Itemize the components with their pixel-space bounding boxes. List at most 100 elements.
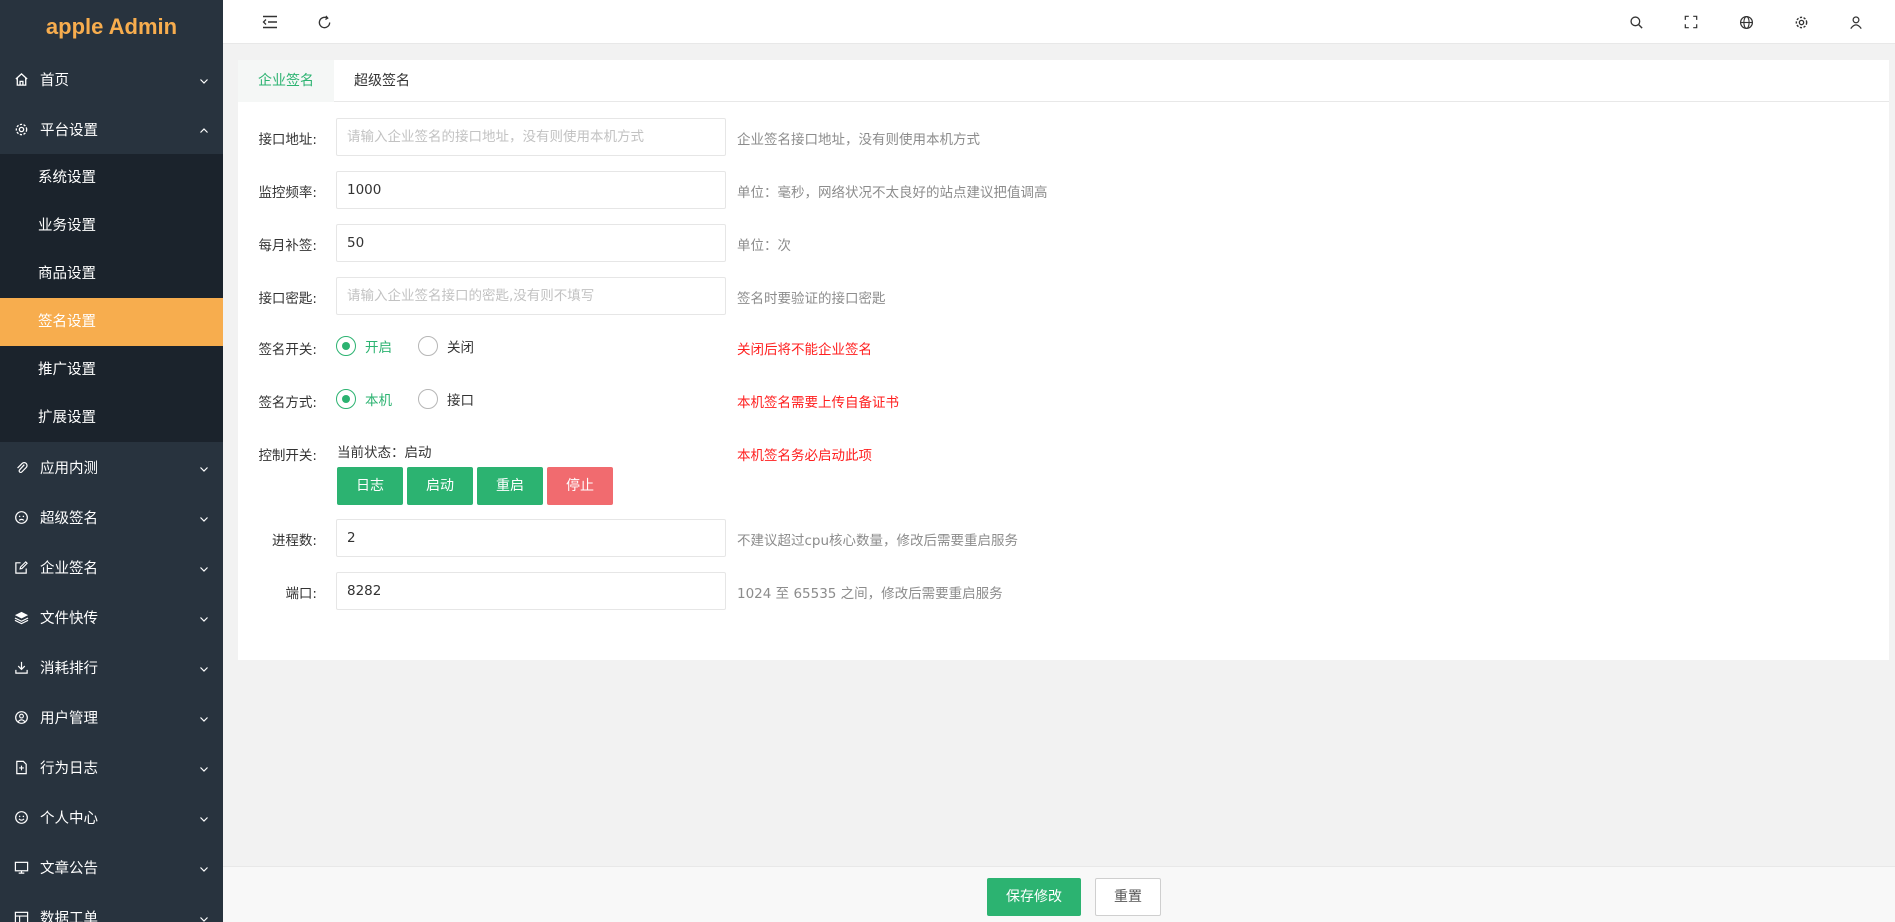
radio-unchecked-icon: [418, 336, 438, 356]
chevron-down-icon: [199, 462, 209, 472]
sign-mode-local-radio[interactable]: 本机: [336, 389, 392, 409]
sidebar-item-enterprise-signature[interactable]: 企业签名: [0, 542, 223, 592]
sign-switch-on-radio[interactable]: 开启: [336, 336, 392, 356]
sidebar-item-label: 企业签名: [40, 560, 98, 577]
monitor-frequency-input[interactable]: [336, 171, 726, 209]
restart-button[interactable]: 重启: [477, 467, 543, 505]
api-key-input[interactable]: [336, 277, 726, 315]
sidebar-item-article-announcement[interactable]: 文章公告: [0, 842, 223, 892]
api-address-input[interactable]: [336, 118, 726, 156]
sidebar-item-super-signature[interactable]: 超级签名: [0, 492, 223, 542]
sign-switch-label: 签名开关:: [258, 342, 317, 358]
menu-collapse-icon[interactable]: [261, 13, 279, 31]
chevron-down-icon: [199, 74, 209, 84]
refresh-icon[interactable]: [315, 13, 333, 31]
monthly-resign-input[interactable]: [336, 224, 726, 262]
sidebar-item-personal-center[interactable]: 个人中心: [0, 792, 223, 842]
form-row-sign-mode: 签名方式: 本机 接口 本机签名需要上传自备证书: [238, 385, 1889, 415]
log-button[interactable]: 日志: [337, 467, 403, 505]
tab-super-signature[interactable]: 超级签名: [334, 60, 430, 102]
sidebar-item-home[interactable]: 首页: [0, 54, 223, 104]
sidebar-item-label: 行为日志: [40, 760, 98, 777]
sidebar-item-label: 消耗排行: [40, 660, 98, 677]
sign-mode-api-radio[interactable]: 接口: [418, 389, 474, 409]
tab-bar: 企业签名 超级签名: [238, 60, 1889, 102]
monthly-resign-help: 单位：次: [737, 238, 791, 254]
fullscreen-icon[interactable]: [1682, 13, 1700, 31]
sidebar-item-user-management[interactable]: 用户管理: [0, 692, 223, 742]
chevron-down-icon: [199, 612, 209, 622]
sidebar-item-product-settings[interactable]: 商品设置: [0, 250, 223, 298]
download-icon: [13, 659, 29, 675]
sidebar-item-file-transfer[interactable]: 文件快传: [0, 592, 223, 642]
chevron-down-icon: [199, 562, 209, 572]
sidebar-item-label: 文件快传: [40, 610, 98, 627]
settings-card: 企业签名 超级签名 接口地址: 企业签名接口地址，没有则使用本机方式 监控频率:…: [238, 60, 1889, 660]
layers-icon: [13, 609, 29, 625]
processes-input[interactable]: [336, 519, 726, 557]
port-label: 端口:: [285, 586, 317, 602]
gear-icon: [13, 121, 29, 137]
sidebar-item-platform-settings[interactable]: 平台设置: [0, 104, 223, 154]
control-status-text: 当前状态：启动: [337, 445, 432, 461]
api-address-label: 接口地址:: [258, 132, 317, 148]
sign-switch-off-radio[interactable]: 关闭: [418, 336, 474, 356]
sidebar-item-label: 个人中心: [40, 810, 98, 827]
port-input[interactable]: [336, 572, 726, 610]
start-button[interactable]: 启动: [407, 467, 473, 505]
form-row-monthly-resign: 每月补签: 单位：次: [238, 224, 1889, 262]
sidebar-item-label: 应用内测: [40, 460, 98, 477]
user-circle-icon: [13, 709, 29, 725]
sidebar-item-system-settings[interactable]: 系统设置: [0, 154, 223, 202]
sidebar-item-consumption-ranking[interactable]: 消耗排行: [0, 642, 223, 692]
sidebar-item-label: 文章公告: [40, 860, 98, 877]
sidebar-item-label: 平台设置: [40, 122, 98, 139]
form-row-api-address: 接口地址: 企业签名接口地址，没有则使用本机方式: [238, 118, 1889, 156]
control-switch-help: 本机签名务必启动此项: [737, 448, 872, 464]
sign-switch-help: 关闭后将不能企业签名: [737, 342, 872, 358]
sidebar-item-behavior-log[interactable]: 行为日志: [0, 742, 223, 792]
chevron-down-icon: [199, 662, 209, 672]
port-help: 1024 至 65535 之间，修改后需要重启服务: [737, 586, 1003, 602]
save-button[interactable]: 保存修改: [987, 878, 1081, 916]
reset-button[interactable]: 重置: [1095, 878, 1161, 916]
monitor-frequency-label: 监控频率:: [258, 185, 317, 201]
sidebar-item-app-testing[interactable]: 应用内测: [0, 442, 223, 492]
form-row-control-switch: 控制开关: 当前状态：启动 日志 启动 重启 停止 本机签名务必启动此项: [238, 440, 1889, 506]
sign-mode-label: 签名方式:: [258, 395, 317, 411]
settings-icon[interactable]: [1792, 13, 1810, 31]
control-switch-label: 控制开关:: [258, 448, 317, 464]
sidebar-subnav-platform-settings: 系统设置 业务设置 商品设置 签名设置 推广设置 扩展设置: [0, 154, 223, 442]
form-footer: 保存修改 重置: [223, 866, 1895, 922]
tab-enterprise-signature[interactable]: 企业签名: [238, 60, 334, 102]
search-icon[interactable]: [1627, 13, 1645, 31]
api-key-help: 签名时要验证的接口密匙: [737, 291, 886, 307]
sidebar-item-business-settings[interactable]: 业务设置: [0, 202, 223, 250]
radio-checked-icon: [336, 389, 356, 409]
sidebar: apple Admin 首页 平台设置 系统设置 业务设置 商品设置 签名设置 …: [0, 0, 223, 922]
globe-icon[interactable]: [1737, 13, 1755, 31]
sidebar-item-label: 超级签名: [40, 510, 98, 527]
chevron-up-icon: [199, 124, 209, 134]
radio-checked-icon: [336, 336, 356, 356]
radio-unchecked-icon: [418, 389, 438, 409]
form-row-api-key: 接口密匙: 签名时要验证的接口密匙: [238, 277, 1889, 315]
processes-help: 不建议超过cpu核心数量，修改后需要重启服务: [737, 533, 1019, 549]
chevron-down-icon: [199, 912, 209, 922]
form-row-monitor-frequency: 监控频率: 单位：毫秒，网络状况不太良好的站点建议把值调高: [238, 171, 1889, 209]
form-row-sign-switch: 签名开关: 开启 关闭 关闭后将不能企业签名: [238, 332, 1889, 362]
chevron-down-icon: [199, 862, 209, 872]
sidebar-item-promotion-settings[interactable]: 推广设置: [0, 346, 223, 394]
user-icon[interactable]: [1847, 13, 1865, 31]
chevron-down-icon: [199, 812, 209, 822]
form-row-processes: 进程数: 不建议超过cpu核心数量，修改后需要重启服务: [238, 519, 1889, 557]
top-header: [223, 0, 1895, 44]
stop-button[interactable]: 停止: [547, 467, 613, 505]
sidebar-item-extension-settings[interactable]: 扩展设置: [0, 394, 223, 442]
processes-label: 进程数:: [271, 533, 317, 549]
sidebar-item-signature-settings[interactable]: 签名设置: [0, 298, 223, 346]
sidebar-item-data-ticket[interactable]: 数据工单: [0, 892, 223, 922]
chevron-down-icon: [199, 512, 209, 522]
chevron-down-icon: [199, 762, 209, 772]
sidebar-item-label: 首页: [40, 72, 69, 89]
